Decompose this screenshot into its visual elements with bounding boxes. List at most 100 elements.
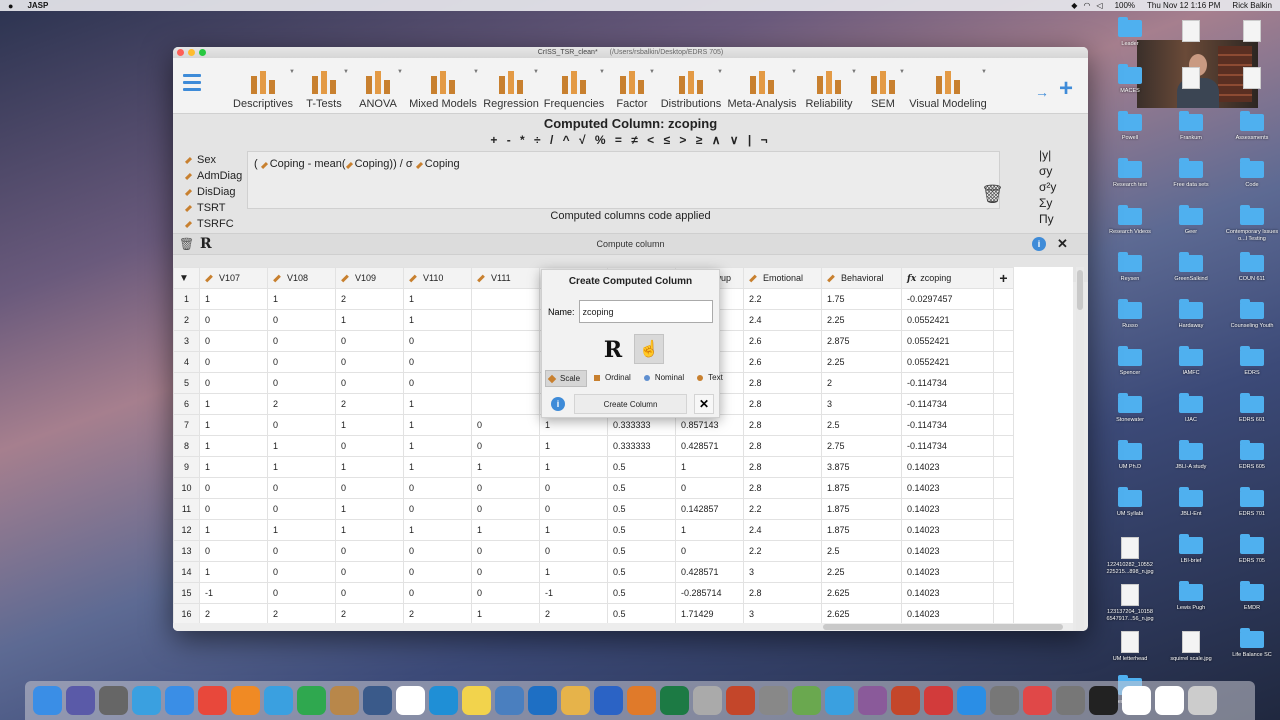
table-cell[interactable]: 3 [743, 603, 822, 625]
desktop-item[interactable]: EDRS [1221, 346, 1280, 377]
ribbon-next-arrow-icon[interactable]: → [1035, 84, 1049, 100]
table-cell[interactable]: 0 [539, 477, 608, 499]
table-cell[interactable]: 0 [267, 330, 336, 352]
table-cell[interactable]: 0.5 [607, 498, 676, 520]
desktop-item[interactable]: EDRS 601 [1221, 393, 1280, 424]
desktop-item[interactable] [1221, 20, 1280, 45]
table-cell[interactable]: 1 [199, 414, 268, 436]
table-cell[interactable]: 2.75 [821, 435, 902, 457]
table-cell[interactable]: 0 [403, 351, 472, 373]
column-header[interactable]: V111 [471, 267, 540, 289]
table-cell[interactable]: 0 [267, 498, 336, 520]
dock-app-icon[interactable] [627, 686, 656, 715]
table-cell[interactable]: 1 [403, 435, 472, 457]
table-cell[interactable]: -1 [199, 582, 268, 604]
dialog-close-icon[interactable]: ✕ [694, 394, 714, 414]
function-item[interactable]: Σy [1039, 195, 1056, 211]
desktop-item[interactable] [1160, 67, 1222, 92]
desktop-item[interactable]: Lewis Pugh [1160, 581, 1222, 612]
module-descriptives[interactable]: Descriptives ▼ [229, 64, 297, 110]
table-cell[interactable] [471, 393, 540, 415]
chevron-down-icon[interactable]: ▼ [791, 69, 797, 75]
desktop-item[interactable]: EDRS 605 [1221, 440, 1280, 471]
variable-item-disdiag[interactable]: DisDiag [184, 184, 242, 200]
chevron-down-icon[interactable]: ▼ [473, 69, 479, 75]
table-cell[interactable]: 0.14023 [901, 456, 994, 478]
dock-app-icon[interactable] [198, 686, 227, 715]
module-factor[interactable]: Factor ▼ [607, 64, 657, 110]
user-name[interactable]: Rick Balkin [1232, 1, 1272, 10]
type-nominal-option[interactable]: Nominal [641, 370, 690, 387]
table-cell[interactable]: 0 [267, 477, 336, 499]
table-cell[interactable]: 1 [539, 435, 608, 457]
dock-app-icon[interactable] [561, 686, 590, 715]
table-cell[interactable]: 1 [267, 456, 336, 478]
desktop-item[interactable]: MACES [1099, 64, 1161, 95]
table-cell[interactable]: 1 [335, 456, 404, 478]
table-cell[interactable]: 0.5 [607, 603, 676, 625]
chevron-down-icon[interactable]: ▼ [981, 69, 987, 75]
column-header[interactable]: Behavioral [821, 267, 902, 289]
table-cell[interactable]: 2.875 [821, 330, 902, 352]
table-cell[interactable]: 2.25 [821, 561, 902, 583]
table-row[interactable]: 8 1 1 0 1 0 1 0.333333 0.428571 2.8 2.75 -0.114734 [173, 435, 1014, 457]
desktop-item[interactable]: UM Ph.D [1099, 440, 1161, 471]
table-cell[interactable]: -0.0297457 [901, 288, 994, 310]
module-meta-analysis[interactable]: Meta-Analysis ▼ [725, 64, 799, 110]
table-cell[interactable]: 0.14023 [901, 477, 994, 499]
column-name-input[interactable] [578, 300, 713, 323]
table-cell[interactable]: 2.8 [743, 414, 822, 436]
table-cell[interactable]: -0.114734 [901, 393, 994, 415]
table-cell[interactable]: 2.2 [743, 288, 822, 310]
table-cell[interactable]: 1 [675, 456, 744, 478]
table-cell[interactable]: 1 [199, 288, 268, 310]
dock-app-icon[interactable] [462, 686, 491, 715]
table-cell[interactable]: 2.8 [743, 372, 822, 394]
column-header[interactable]: fx zcoping [901, 267, 994, 289]
column-header[interactable]: V108 [267, 267, 336, 289]
table-cell[interactable] [471, 330, 540, 352]
table-cell[interactable]: 0 [267, 372, 336, 394]
table-cell[interactable] [471, 372, 540, 394]
table-cell[interactable]: 0 [471, 435, 540, 457]
table-cell[interactable]: 0 [403, 540, 472, 562]
table-row[interactable]: 11 0 0 1 0 0 0 0.5 0.142857 2.2 1.875 0.14023 [173, 498, 1014, 520]
table-cell[interactable]: 1 [539, 561, 608, 583]
volume-icon[interactable]: ◁ [1096, 1, 1102, 10]
dock-app-icon[interactable] [1122, 686, 1151, 715]
table-cell[interactable]: 0 [539, 498, 608, 520]
table-cell[interactable]: 1 [199, 519, 268, 541]
table-row[interactable]: 13 0 0 0 0 0 0 0.5 0 2.2 2.5 0.14023 [173, 540, 1014, 562]
formula-sd-func[interactable]: / σ [397, 158, 416, 170]
table-cell[interactable]: 2.8 [743, 477, 822, 499]
dock-app-icon[interactable] [759, 686, 788, 715]
table-cell[interactable]: 1 [539, 456, 608, 478]
desktop-item[interactable]: JBLI-A study [1160, 440, 1222, 471]
module-mixed-models[interactable]: Mixed Models ▼ [405, 64, 481, 110]
desktop-item[interactable]: Counseling Youth [1221, 299, 1280, 330]
dock-app-icon[interactable] [1188, 686, 1217, 715]
chevron-down-icon[interactable]: ▼ [533, 69, 539, 75]
table-cell[interactable]: -0.285714 [675, 582, 744, 604]
table-cell[interactable]: 2.625 [821, 582, 902, 604]
table-cell[interactable]: 0.5 [607, 456, 676, 478]
table-cell[interactable]: 1 [539, 519, 608, 541]
formula-var-coping[interactable]: Coping [425, 158, 460, 170]
table-cell[interactable]: 2.4 [743, 519, 822, 541]
table-cell[interactable]: 2 [335, 288, 404, 310]
desktop-item[interactable]: LBI-brief [1160, 534, 1222, 565]
chevron-down-icon[interactable]: ▼ [717, 69, 723, 75]
dock-app-icon[interactable] [594, 686, 623, 715]
desktop-item[interactable]: Leader [1099, 17, 1161, 48]
table-cell[interactable]: 2 [267, 393, 336, 415]
table-row[interactable]: 15 -1 0 0 0 0 -1 0.5 -0.285714 2.8 2.625 0.14023 [173, 582, 1014, 604]
dock-app-icon[interactable] [33, 686, 62, 715]
table-cell[interactable]: 0 [267, 561, 336, 583]
dock-app-icon[interactable] [264, 686, 293, 715]
dock-app-icon[interactable] [726, 686, 755, 715]
vertical-scrollbar[interactable] [1076, 267, 1084, 631]
dock-app-icon[interactable] [858, 686, 887, 715]
table-cell[interactable]: 3.875 [821, 456, 902, 478]
table-cell[interactable]: 0.14023 [901, 540, 994, 562]
table-row[interactable]: 9 1 1 1 1 1 1 0.5 1 2.8 3.875 0.14023 [173, 456, 1014, 478]
